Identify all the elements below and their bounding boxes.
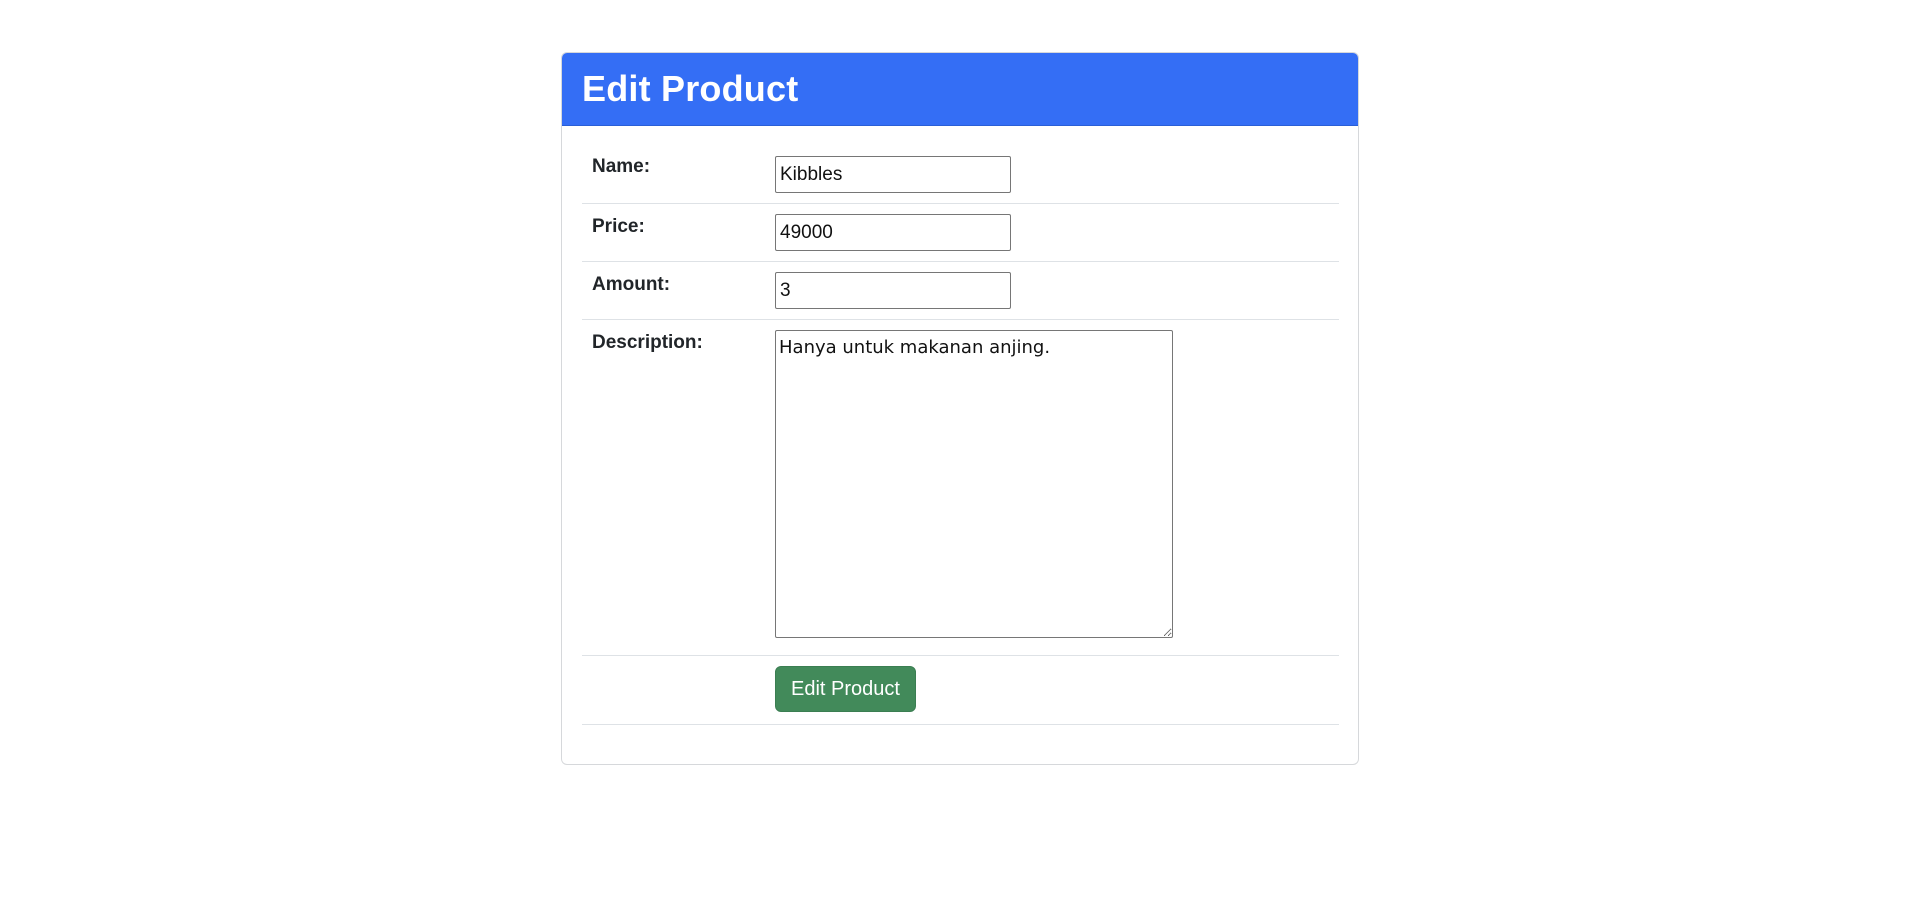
card-header: Edit Product <box>562 53 1358 126</box>
name-label: Name: <box>582 146 765 204</box>
form-table: Name: Price: Amount: <box>582 146 1339 725</box>
actions-cell: Edit Product <box>765 655 1339 725</box>
form-row-price: Price: <box>582 203 1339 262</box>
name-input[interactable] <box>775 156 1011 193</box>
amount-field-cell <box>765 261 1339 320</box>
form-row-actions: Edit Product <box>582 655 1339 725</box>
actions-spacer <box>582 655 765 725</box>
edit-product-card: Edit Product Name: Price: Amount: <box>561 52 1359 765</box>
edit-product-button[interactable]: Edit Product <box>775 666 916 712</box>
price-field-cell <box>765 203 1339 262</box>
card-body: Name: Price: Amount: <box>562 126 1358 725</box>
description-field-cell: Hanya untuk makanan anjing. <box>765 319 1339 656</box>
name-field-cell <box>765 146 1339 204</box>
description-textarea[interactable]: Hanya untuk makanan anjing. <box>775 330 1173 638</box>
amount-input[interactable] <box>775 272 1011 309</box>
price-label: Price: <box>582 203 765 262</box>
form-row-name: Name: <box>582 146 1339 204</box>
description-label: Description: <box>582 319 765 656</box>
page-title: Edit Product <box>582 68 799 109</box>
form-row-amount: Amount: <box>582 261 1339 320</box>
price-input[interactable] <box>775 214 1011 251</box>
edit-product-form: Name: Price: Amount: <box>582 146 1339 725</box>
amount-label: Amount: <box>582 261 765 320</box>
form-row-description: Description: Hanya untuk makanan anjing. <box>582 319 1339 656</box>
